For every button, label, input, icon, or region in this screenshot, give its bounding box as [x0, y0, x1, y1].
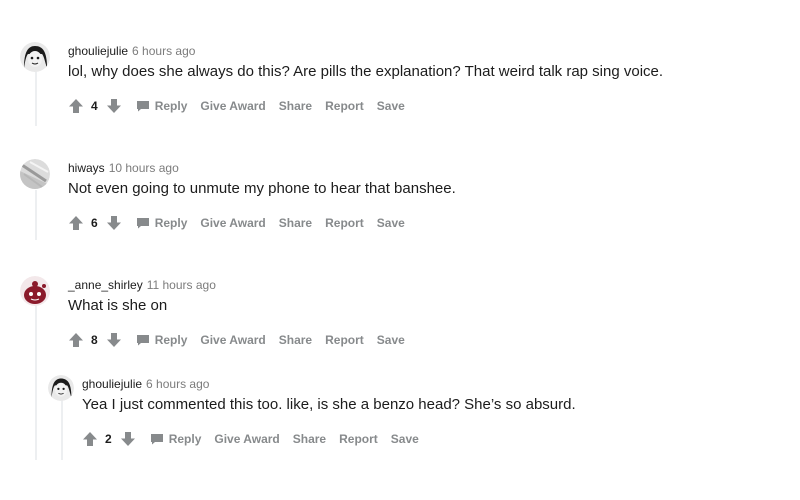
- reply-button[interactable]: Reply: [150, 432, 202, 446]
- comment-header: hiways 10 hours ago: [68, 161, 179, 175]
- comment-bubble-icon: [136, 101, 149, 112]
- give-award-button[interactable]: Give Award: [200, 99, 265, 113]
- timestamp[interactable]: 10 hours ago: [109, 161, 179, 175]
- comment-bubble-icon: [136, 218, 149, 229]
- share-button[interactable]: Share: [279, 99, 312, 113]
- avatar-red-snoo-icon[interactable]: [20, 276, 50, 306]
- upvote-arrow-icon[interactable]: [68, 98, 84, 114]
- save-button[interactable]: Save: [377, 99, 405, 113]
- save-button[interactable]: Save: [391, 432, 419, 446]
- downvote-arrow-icon[interactable]: [106, 215, 122, 231]
- timestamp[interactable]: 11 hours ago: [147, 278, 216, 292]
- comment-actions: 6 Reply Give Award Share Report Save: [68, 215, 405, 231]
- reply-label: Reply: [154, 333, 188, 347]
- comment-body: What is she on: [68, 297, 168, 314]
- comment-thread: ghouliejulie 6 hours ago lol, why does sh…: [0, 0, 800, 500]
- username[interactable]: ghouliejulie: [68, 44, 128, 58]
- report-button[interactable]: Report: [325, 99, 364, 113]
- comment: _anne_shirley 11 hours ago What is she on…: [20, 276, 780, 356]
- upvote-arrow-icon[interactable]: [68, 332, 84, 348]
- comment-body: lol, why does she always do this? Are pi…: [68, 63, 664, 80]
- comment-actions: 8 Reply Give Award Share Report Save: [68, 332, 405, 348]
- report-button[interactable]: Report: [325, 333, 364, 347]
- downvote-arrow-icon[interactable]: [106, 98, 122, 114]
- downvote-arrow-icon[interactable]: [120, 431, 136, 447]
- downvote-arrow-icon[interactable]: [106, 332, 122, 348]
- reply-button[interactable]: Reply: [136, 216, 188, 230]
- username[interactable]: _anne_shirley: [68, 278, 143, 292]
- comment-header: ghouliejulie 6 hours ago: [68, 44, 195, 58]
- reply-label: Reply: [168, 432, 202, 446]
- timestamp[interactable]: 6 hours ago: [132, 44, 195, 58]
- comment-reply: ghouliejulie 6 hours ago Yea I just comme…: [48, 375, 768, 455]
- vote-score: 4: [91, 99, 98, 113]
- report-button[interactable]: Report: [325, 216, 364, 230]
- reply-button[interactable]: Reply: [136, 99, 188, 113]
- comment-body: Yea I just commented this too. like, is …: [82, 396, 576, 413]
- vote-score: 8: [91, 333, 98, 347]
- share-button[interactable]: Share: [293, 432, 326, 446]
- comment-body: Not even going to unmute my phone to hea…: [68, 180, 456, 197]
- comment-actions: 2 Reply Give Award Share Report Save: [82, 431, 419, 447]
- avatar-gray-photo-icon[interactable]: [20, 159, 50, 189]
- upvote-arrow-icon[interactable]: [68, 215, 84, 231]
- comment: hiways 10 hours ago Not even going to unm…: [20, 159, 780, 239]
- timestamp[interactable]: 6 hours ago: [146, 377, 209, 391]
- reply-button[interactable]: Reply: [136, 333, 188, 347]
- comment-actions: 4 Reply Give Award Share Report Save: [68, 98, 405, 114]
- save-button[interactable]: Save: [377, 216, 405, 230]
- comment-header: _anne_shirley 11 hours ago: [68, 278, 216, 292]
- share-button[interactable]: Share: [279, 216, 312, 230]
- username[interactable]: ghouliejulie: [82, 377, 142, 391]
- vote-score: 2: [105, 432, 112, 446]
- username[interactable]: hiways: [68, 161, 105, 175]
- save-button[interactable]: Save: [377, 333, 405, 347]
- avatar-dark-hair-icon[interactable]: [48, 375, 74, 401]
- report-button[interactable]: Report: [339, 432, 378, 446]
- comment-bubble-icon: [136, 335, 149, 346]
- comment-bubble-icon: [150, 434, 163, 445]
- upvote-arrow-icon[interactable]: [82, 431, 98, 447]
- give-award-button[interactable]: Give Award: [200, 216, 265, 230]
- comment-header: ghouliejulie 6 hours ago: [82, 377, 209, 391]
- avatar-dark-hair-icon[interactable]: [20, 42, 50, 72]
- give-award-button[interactable]: Give Award: [214, 432, 279, 446]
- give-award-button[interactable]: Give Award: [200, 333, 265, 347]
- reply-label: Reply: [154, 99, 188, 113]
- comment: ghouliejulie 6 hours ago lol, why does sh…: [20, 42, 780, 122]
- reply-label: Reply: [154, 216, 188, 230]
- vote-score: 6: [91, 216, 98, 230]
- share-button[interactable]: Share: [279, 333, 312, 347]
